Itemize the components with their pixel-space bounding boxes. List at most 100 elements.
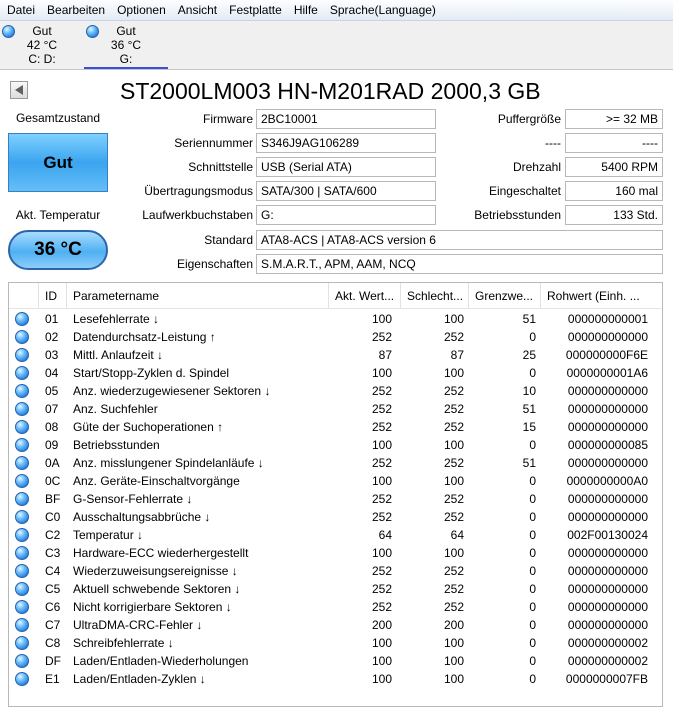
current-value: 100 <box>371 366 392 380</box>
menu-hilfe[interactable]: Hilfe <box>287 0 323 21</box>
menu-bearbeiten[interactable]: Bearbeiten <box>40 0 110 21</box>
attribute-id: C0 <box>45 510 61 524</box>
attribute-id: 02 <box>45 330 59 344</box>
current-value: 252 <box>371 492 392 506</box>
status-ok-icon <box>15 474 29 488</box>
buffer-size-label: Puffergröße <box>497 112 561 126</box>
current-value: 100 <box>371 312 392 326</box>
column-current-value[interactable]: Akt. Wert... <box>329 283 401 309</box>
table-row[interactable]: C6 Nicht korrigierbare Sektoren ↓ 252 252 0 0… <box>9 598 662 616</box>
table-row[interactable]: 09 Betriebsstunden 100 100 0 000000000085 <box>9 436 662 454</box>
current-value: 252 <box>371 402 392 416</box>
attribute-id: C3 <box>45 546 61 560</box>
raw-value: 000000000000 <box>567 618 648 632</box>
raw-value: 000000000000 <box>567 492 648 506</box>
drive-tab-g[interactable]: Gut 36 °C G: <box>84 21 168 69</box>
attribute-name: Schreibfehlerrate ↓ <box>73 636 174 650</box>
attribute-id: E1 <box>45 672 60 686</box>
threshold-value: 51 <box>522 312 536 326</box>
table-row[interactable]: E1 Laden/Entladen-Zyklen ↓ 100 100 0 00000000… <box>9 670 662 688</box>
smart-attributes-table[interactable]: ID Parametername Akt. Wert... Schlecht..… <box>8 282 663 707</box>
attribute-id: 0C <box>45 474 61 488</box>
worst-value: 100 <box>443 654 464 668</box>
attribute-name: Laden/Entladen-Zyklen ↓ <box>73 672 206 686</box>
menu-datei[interactable]: Datei <box>0 0 40 21</box>
worst-value: 252 <box>443 582 464 596</box>
health-status-icon <box>86 25 99 38</box>
column-raw-value[interactable]: Rohwert (Einh. ... <box>541 283 662 309</box>
table-row[interactable]: 02 Datendurchsatz-Leistung ↑ 252 252 0 000000… <box>9 328 662 346</box>
worst-value: 100 <box>443 312 464 326</box>
table-row[interactable]: C5 Aktuell schwebende Sektoren ↓ 252 252 0 00… <box>9 580 662 598</box>
status-ok-icon <box>15 618 29 632</box>
table-row[interactable]: 04 Start/Stopp-Zyklen d. Spindel 100 100 0 00… <box>9 364 662 382</box>
raw-value: 0000000001A6 <box>566 366 648 380</box>
temperature-button[interactable]: 36 °C <box>8 230 108 270</box>
table-row[interactable]: 0C Anz. Geräte-Einschaltvorgänge 100 100 0 00… <box>9 472 662 490</box>
worst-value: 252 <box>443 600 464 614</box>
table-row[interactable]: 0A Anz. misslungener Spindelanläufe ↓ 252 2… <box>9 454 662 472</box>
health-status-button[interactable]: Gut <box>8 133 108 192</box>
attribute-id: DF <box>45 654 61 668</box>
drive-bar: Gut 42 °C C: D: Gut 36 °C G: <box>0 21 673 70</box>
menu-sprache[interactable]: Sprache(Language) <box>323 0 441 21</box>
column-id[interactable]: ID <box>39 283 67 309</box>
current-value: 87 <box>378 348 392 362</box>
current-value: 252 <box>371 600 392 614</box>
attribute-name: Mittl. Anlaufzeit ↓ <box>73 348 164 362</box>
raw-value: 0000000007FB <box>565 672 648 686</box>
table-row[interactable]: C4 Wiederzuweisungsereignisse ↓ 252 252 0 000… <box>9 562 662 580</box>
table-row[interactable]: C0 Ausschaltungsabbrüche ↓ 252 252 0 00000000… <box>9 508 662 526</box>
status-ok-icon <box>15 564 29 578</box>
status-ok-icon <box>15 384 29 398</box>
drive-letters-field: G: <box>256 205 436 225</box>
table-row[interactable]: 08 Güte der Suchoperationen ↑ 252 252 15 0000… <box>9 418 662 436</box>
attribute-id: C6 <box>45 600 61 614</box>
raw-value: 000000000000 <box>567 600 648 614</box>
raw-value: 0000000000A0 <box>566 474 648 488</box>
blank-label: ---- <box>545 136 561 150</box>
attribute-name: Lesefehlerrate ↓ <box>73 312 160 326</box>
raw-value: 000000000085 <box>567 438 648 452</box>
table-row[interactable]: 05 Anz. wiederzugewiesener Sektoren ↓ 252 2… <box>9 382 662 400</box>
menu-optionen[interactable]: Optionen <box>110 0 171 21</box>
attribute-id: 07 <box>45 402 59 416</box>
power-on-count-label: Eingeschaltet <box>488 184 561 198</box>
current-value: 252 <box>371 582 392 596</box>
attribute-name: Anz. misslungener Spindelanläufe ↓ <box>73 456 264 470</box>
previous-drive-button[interactable] <box>10 81 28 99</box>
drive-tab-c-d[interactable]: Gut 42 °C C: D: <box>0 21 84 69</box>
worst-value: 252 <box>443 492 464 506</box>
column-threshold[interactable]: Grenzwe... <box>469 283 541 309</box>
table-row[interactable]: 03 Mittl. Anlaufzeit ↓ 87 87 25 000000000F6E <box>9 346 662 364</box>
attribute-id: 04 <box>45 366 59 380</box>
worst-value: 100 <box>443 636 464 650</box>
column-parameter-name[interactable]: Parametername <box>67 283 329 309</box>
table-row[interactable]: C2 Temperatur ↓ 64 64 0 002F00130024 <box>9 526 662 544</box>
column-status[interactable] <box>9 283 39 309</box>
table-row[interactable]: C7 UltraDMA-CRC-Fehler ↓ 200 200 0 0000000000… <box>9 616 662 634</box>
attribute-id: 05 <box>45 384 59 398</box>
threshold-value: 0 <box>529 330 536 344</box>
column-worst-value[interactable]: Schlecht... <box>401 283 469 309</box>
disk-title: ST2000LM003 HN-M201RAD 2000,3 GB <box>120 78 541 104</box>
table-row[interactable]: DF Laden/Entladen-Wiederholungen 100 100 0 00… <box>9 652 662 670</box>
attribute-name: Laden/Entladen-Wiederholungen <box>73 654 249 668</box>
menu-festplatte[interactable]: Festplatte <box>222 0 287 21</box>
worst-value: 100 <box>443 366 464 380</box>
buffer-size-field: >= 32 MB <box>565 109 663 129</box>
status-ok-icon <box>15 492 29 506</box>
table-row[interactable]: BF G-Sensor-Fehlerrate ↓ 252 252 0 0000000000… <box>9 490 662 508</box>
status-ok-icon <box>15 582 29 596</box>
serial-label: Seriennummer <box>174 136 253 150</box>
table-header: ID Parametername Akt. Wert... Schlecht..… <box>9 283 662 309</box>
menu-ansicht[interactable]: Ansicht <box>171 0 222 21</box>
status-ok-icon <box>15 366 29 380</box>
drive-letters: C: D: <box>28 52 56 66</box>
attribute-name: Anz. wiederzugewiesener Sektoren ↓ <box>73 384 271 398</box>
table-row[interactable]: 07 Anz. Suchfehler 252 252 51 000000000000 <box>9 400 662 418</box>
table-row[interactable]: C8 Schreibfehlerrate ↓ 100 100 0 000000000002 <box>9 634 662 652</box>
attribute-id: BF <box>45 492 61 506</box>
table-row[interactable]: 01 Lesefehlerrate ↓ 100 100 51 000000000001 <box>9 310 662 328</box>
table-row[interactable]: C3 Hardware-ECC wiederhergestellt 100 100 0 0… <box>9 544 662 562</box>
